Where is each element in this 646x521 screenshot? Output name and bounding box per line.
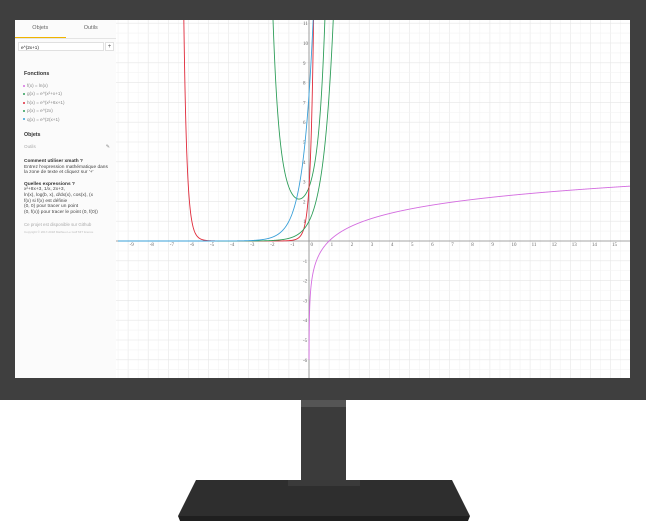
function-color-dot [23, 84, 25, 87]
copyright-text: Copyright © 2017-2018 Mathieu Le Goff MI… [24, 230, 94, 235]
function-color-dot [23, 118, 25, 121]
x-tick-label: 10 [512, 243, 518, 248]
objects-title: Objets [24, 131, 41, 138]
x-tick-label: -7 [170, 243, 175, 248]
y-tick-label: -6 [303, 359, 308, 364]
objects-placeholder: Outils [24, 143, 36, 149]
function-label: g(x) = e^(x²+x+1) [27, 91, 62, 97]
github-note[interactable]: Ce projet est disponible sur Github [24, 222, 108, 227]
pencil-icon[interactable]: ✎ [106, 144, 110, 150]
x-tick-label: 11 [532, 243, 537, 248]
function-label: p(x) = e^(2x) [27, 108, 53, 114]
monitor-stand-neck [301, 400, 346, 490]
sidebar-tabs: Objets Outils [15, 20, 116, 39]
graph-canvas[interactable]: -9 -8 -7 -6 -5 -4 -3 -2 -1 0 1 2 3 4 5 6 7 8 9 10 11 12 13 14 15… [116, 20, 630, 378]
function-color-dot [23, 109, 25, 112]
functions-title: Fonctions [24, 71, 50, 77]
y-tick-label: -4 [303, 319, 308, 324]
y-tick-label: 10 [303, 42, 309, 47]
function-color-dot [23, 93, 25, 96]
x-tick-label: -5 [210, 243, 215, 248]
x-tick-label: -9 [130, 243, 135, 248]
help-title-expressions: Quelles expressions ? [24, 181, 75, 187]
y-tick-label: -1 [303, 260, 308, 265]
add-expression-button[interactable]: + [105, 42, 114, 51]
function-item-f[interactable]: f(x) = ln(x) [23, 82, 116, 90]
function-item-h[interactable]: h(x) = e^(x²+6x+1) [23, 99, 116, 107]
tab-objets[interactable]: Objets [15, 20, 66, 38]
tab-outils[interactable]: Outils [66, 20, 117, 38]
monitor-stand-neck-top [301, 400, 346, 407]
function-color-dot [23, 101, 25, 104]
x-tick-label: 13 [572, 243, 578, 248]
y-tick-label: 11 [303, 22, 308, 27]
monitor-stand-base [178, 480, 470, 521]
y-tick-label: -3 [303, 299, 308, 304]
x-tick-label: -2 [270, 243, 275, 248]
x-tick-label: -3 [250, 243, 255, 248]
y-tick-label: -5 [303, 339, 308, 344]
app-window: Objets Outils e^(2x+1) + Fonctions f(x) … [15, 20, 630, 378]
function-label: q(x) = e^(2(x+1) [27, 116, 60, 122]
x-tick-label: 12 [552, 243, 558, 248]
graph-background [116, 20, 630, 378]
help-section: Comment utiliser xmath ? Entrez l'expres… [24, 159, 108, 215]
x-tick-label: -4 [230, 243, 235, 248]
x-tick-label: -6 [190, 243, 195, 248]
sidebar: Objets Outils e^(2x+1) + Fonctions f(x) … [15, 20, 117, 378]
x-tick-label: -8 [150, 243, 155, 248]
objects-row: Outils ✎ [24, 144, 110, 152]
x-tick-label: -1 [290, 243, 295, 248]
expression-input[interactable]: e^(2x+1) [18, 42, 104, 51]
function-item-g[interactable]: g(x) = e^(x²+x+1) [23, 90, 116, 98]
help-usage-text: Entrez l'expression mathématique dans la… [24, 164, 108, 176]
x-tick-label: 14 [592, 243, 598, 248]
function-item-p[interactable]: p(x) = e^(2x) [23, 107, 116, 115]
expression-row: e^(2x+1) + [18, 41, 116, 52]
help-expressions-text: x²+8x+3, 1/x, 2x+3, ln(x), log(b, x), d/… [24, 187, 98, 215]
y-tick-label: -2 [303, 280, 308, 285]
help-title-usage: Comment utiliser xmath ? [24, 158, 83, 164]
function-item-q[interactable]: q(x) = e^(2(x+1) [23, 116, 116, 124]
function-list: f(x) = ln(x) g(x) = e^(x²+x+1) h(x) = e^… [15, 82, 116, 124]
function-label: h(x) = e^(x²+6x+1) [27, 99, 65, 105]
x-tick-label: 15 [612, 243, 618, 248]
function-label: f(x) = ln(x) [27, 83, 48, 88]
